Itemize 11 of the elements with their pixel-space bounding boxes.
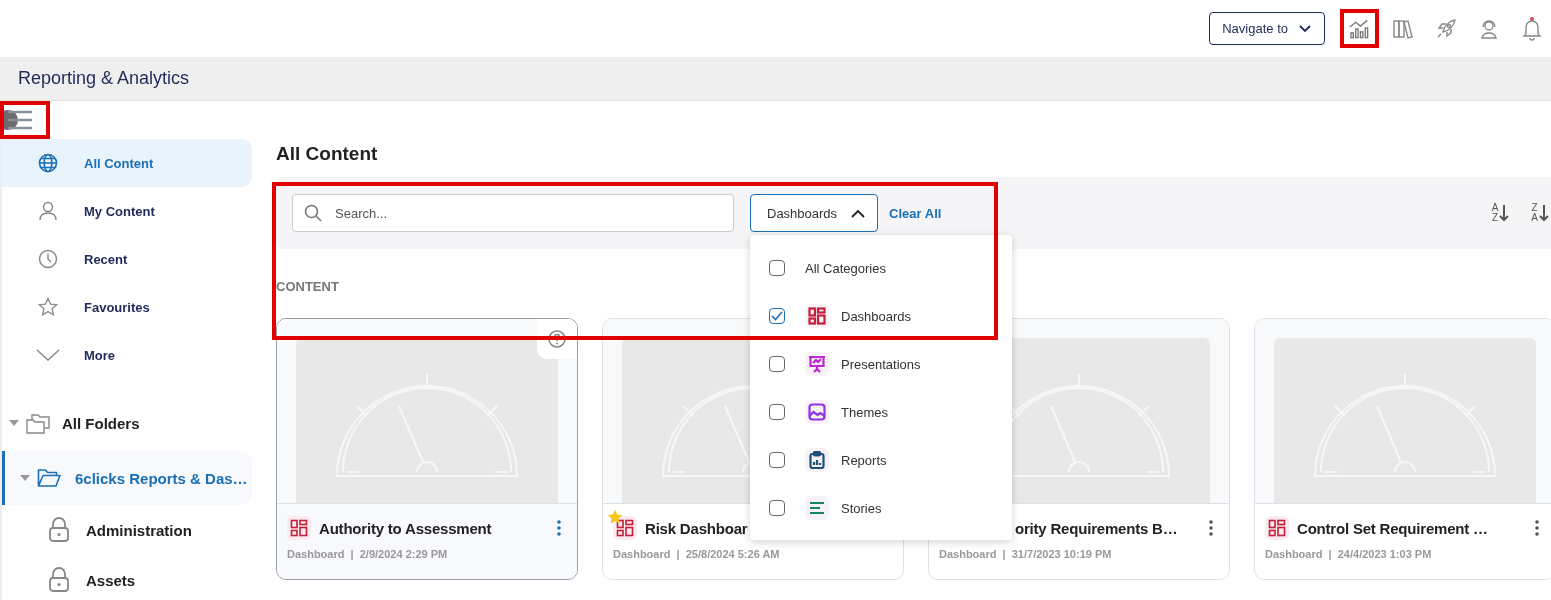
card-meta: Dashboard | 31/7/2023 10:19 PM (939, 548, 1113, 560)
card-meta: Dashboard | 25/8/2024 5:26 AM (613, 548, 781, 560)
card-title: ority Requirements B… (1015, 519, 1179, 537)
card-meta: Dashboard | 2/9/2024 2:29 PM (287, 548, 449, 560)
section-label: CONTENT (276, 279, 340, 294)
card-meta: Dashboard | 24/4/2023 1:03 PM (1265, 548, 1433, 560)
page-title: Reporting & Analytics (18, 68, 190, 89)
card-title: Risk Dashboar (645, 519, 749, 537)
card-title: Control Set Requirement … (1297, 519, 1489, 537)
card-title: Authority to Assessment (319, 519, 493, 537)
page-heading: All Content (276, 143, 379, 165)
